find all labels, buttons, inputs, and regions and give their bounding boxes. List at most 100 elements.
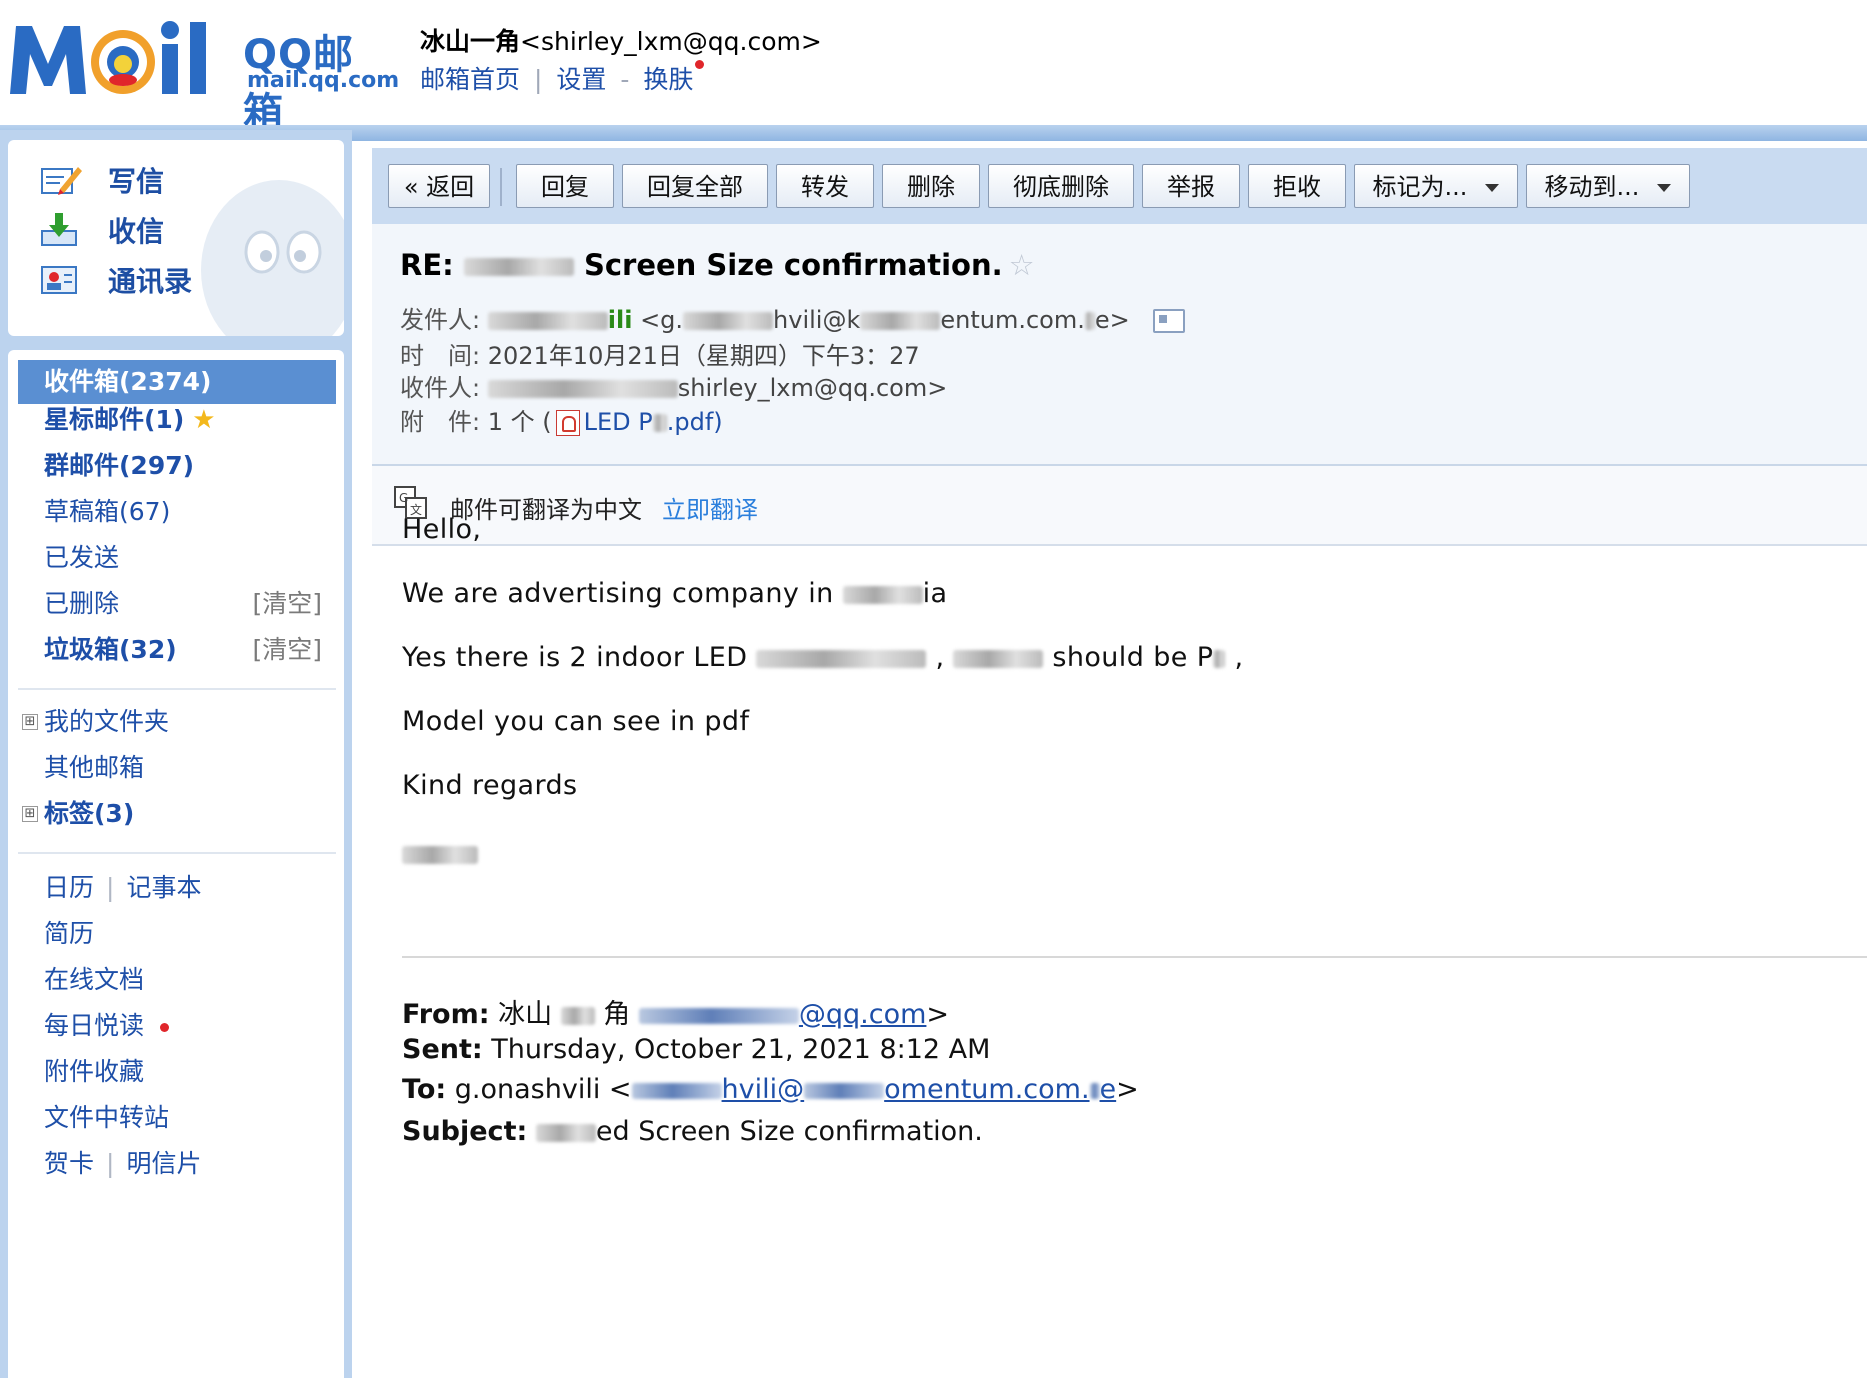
quoted-to-email-link[interactable]: omentum.com. <box>884 1074 1089 1105</box>
expand-tags-icon[interactable]: ⊞ <box>22 806 38 822</box>
delete-button[interactable]: 删除 <box>882 164 980 208</box>
daily-read-row: 每日悦读 <box>44 1004 170 1048</box>
folder-starred[interactable]: 星标邮件(1) ★ <box>44 398 216 442</box>
qq-mail-logo[interactable]: QQ邮箱 mail.qq.com <box>10 18 399 136</box>
user-name: 冰山一角 <box>420 27 521 56</box>
move-to-dropdown[interactable]: 移动到... <box>1526 164 1690 208</box>
quoted-from-email-link[interactable]: @qq.com <box>799 999 927 1030</box>
quoted-to: To: g.onashvili < hvili@ omentum.com. e> <box>402 1074 1139 1105</box>
from-label: 发件人: <box>400 306 481 334</box>
quoted-to-label: To: <box>402 1074 447 1105</box>
subject-text: Screen Size confirmation. <box>583 248 1003 282</box>
postcard-link[interactable]: 明信片 <box>126 1149 201 1178</box>
attachment-link[interactable]: .pdf) <box>667 408 723 436</box>
quoted-subject: Subject: ed Screen Size confirmation. <box>402 1116 983 1147</box>
notebook-link[interactable]: 记事本 <box>126 873 201 902</box>
reply-button[interactable]: 回复 <box>516 164 614 208</box>
quoted-sent: Sent: Thursday, October 21, 2021 8:12 AM <box>402 1034 990 1065</box>
file-transfer-link[interactable]: 文件中转站 <box>44 1096 169 1140</box>
subject-prefix: RE: <box>400 248 454 282</box>
folder-spam[interactable]: 垃圾箱(32) <box>44 628 177 672</box>
star-outline-icon[interactable]: ☆ <box>1009 248 1035 282</box>
quoted-subject-value: ed Screen Size confirmation. <box>595 1116 983 1147</box>
mail-header: RE: Screen Size confirmation. ☆ 发件人: ili … <box>372 224 1867 466</box>
folder-group[interactable]: 群邮件(297) <box>44 444 194 488</box>
clear-deleted-link[interactable]: [清空] <box>252 582 322 626</box>
body-greeting: Hello, <box>402 514 482 545</box>
greeting-card-link[interactable]: 贺卡 <box>44 1149 94 1178</box>
settings-link[interactable]: 设置 <box>556 65 606 94</box>
delete-permanent-button[interactable]: 彻底删除 <box>988 164 1134 208</box>
body-line: We are advertising company in ia <box>402 578 948 609</box>
body-text-segment: , <box>935 642 945 673</box>
folder-other-mailbox[interactable]: 其他邮箱 <box>44 746 144 790</box>
online-docs-link[interactable]: 在线文档 <box>44 958 144 1002</box>
folder-panel: 收件箱(2374) 星标邮件(1) ★ 群邮件(297) 草稿箱(67) 已发送 … <box>8 350 344 1390</box>
attachment-collection-link[interactable]: 附件收藏 <box>44 1050 144 1094</box>
quoted-sent-value: Thursday, October 21, 2021 8:12 AM <box>491 1034 991 1065</box>
sender-email: entum.com. <box>940 306 1085 334</box>
clear-spam-link[interactable]: [清空] <box>252 628 322 672</box>
check-mail-label: 收信 <box>108 215 165 248</box>
attachment-link[interactable]: LED P <box>584 408 653 436</box>
quoted-sent-label: Sent: <box>402 1034 483 1065</box>
body-line: Kind regards <box>402 770 578 801</box>
folder-starred-label: 星标邮件(1) <box>44 405 185 434</box>
expand-my-folders-icon[interactable]: ⊞ <box>22 714 38 730</box>
contacts-button[interactable]: 通讯录 <box>40 258 192 302</box>
quoted-to-email-link[interactable]: e <box>1100 1074 1117 1105</box>
folder-deleted[interactable]: 已删除 <box>44 582 119 626</box>
sender-row: 发件人: ili <g. hvili@k entum.com. e> <box>400 300 1186 335</box>
to-label: 收件人: <box>400 374 481 402</box>
contact-card-icon[interactable] <box>1153 309 1186 333</box>
attachment-label: 附 件: <box>400 408 481 436</box>
contacts-label: 通讯录 <box>108 265 193 298</box>
reply-all-button[interactable]: 回复全部 <box>622 164 768 208</box>
header: QQ邮箱 mail.qq.com 冰山一角<shirley_lxm@qq.com… <box>0 0 1867 136</box>
forward-button[interactable]: 转发 <box>776 164 874 208</box>
mark-as-dropdown[interactable]: 标记为... <box>1354 164 1518 208</box>
mail-view: « 返回 回复 回复全部 转发 删除 彻底删除 举报 拒收 标记为... 移动到… <box>372 148 1867 1378</box>
sender-name[interactable]: ili <box>608 306 633 334</box>
quoted-from: From: 冰山 角 @qq.com> <box>402 992 949 1031</box>
contacts-card-icon <box>41 266 77 294</box>
check-mail-button[interactable]: 收信 <box>40 208 164 252</box>
redacted-text <box>535 1123 596 1142</box>
redacted-text <box>683 312 774 330</box>
redacted-text <box>1084 312 1095 330</box>
quoted-to-email-link[interactable]: hvili@ <box>722 1074 805 1105</box>
redacted-text <box>842 585 923 604</box>
daily-read-link[interactable]: 每日悦读 <box>44 1011 144 1040</box>
back-button[interactable]: « 返回 <box>388 164 490 208</box>
redacted-text <box>1089 1082 1100 1099</box>
reject-button[interactable]: 拒收 <box>1248 164 1346 208</box>
folder-my-folders[interactable]: 我的文件夹 <box>44 700 169 744</box>
recipient-email: shirley_lxm@qq.com> <box>677 374 948 402</box>
mail-toolbar: « 返回 回复 回复全部 转发 删除 彻底删除 举报 拒收 标记为... 移动到… <box>372 148 1867 224</box>
quoted-from-name: 角 <box>603 999 631 1030</box>
redacted-text <box>463 258 574 276</box>
link-separator: | <box>106 873 115 902</box>
body-text-segment: ia <box>922 578 948 609</box>
compose-button[interactable]: 写信 <box>40 158 164 202</box>
time-label: 时 间: <box>400 342 481 370</box>
report-button[interactable]: 举报 <box>1142 164 1240 208</box>
app-row-cards: 贺卡 | 明信片 <box>44 1142 201 1186</box>
mailbox-home-link[interactable]: 邮箱首页 <box>420 65 520 94</box>
folder-tags[interactable]: 标签(3) <box>44 792 134 836</box>
top-links: 邮箱首页 | 设置 - 换肤 <box>420 60 705 96</box>
resume-link[interactable]: 简历 <box>44 912 94 956</box>
folder-sent[interactable]: 已发送 <box>44 536 119 580</box>
change-skin-link[interactable]: 换肤 <box>643 65 693 94</box>
body-text-segment: should be P <box>1052 642 1214 673</box>
redacted-text <box>631 1082 722 1099</box>
mail-subject: RE: Screen Size confirmation. ☆ <box>400 248 1035 282</box>
redacted-text <box>638 1007 799 1024</box>
folder-drafts[interactable]: 草稿箱(67) <box>44 490 170 534</box>
translate-now-link[interactable]: 立即翻译 <box>662 490 758 525</box>
user-email: <shirley_lxm@qq.com> <box>520 27 822 56</box>
calendar-link[interactable]: 日历 <box>44 873 94 902</box>
pdf-icon <box>555 410 580 436</box>
time-value: 2021年10月21日（星期四）下午3：27 <box>487 342 920 370</box>
notification-dot-icon <box>695 60 705 69</box>
